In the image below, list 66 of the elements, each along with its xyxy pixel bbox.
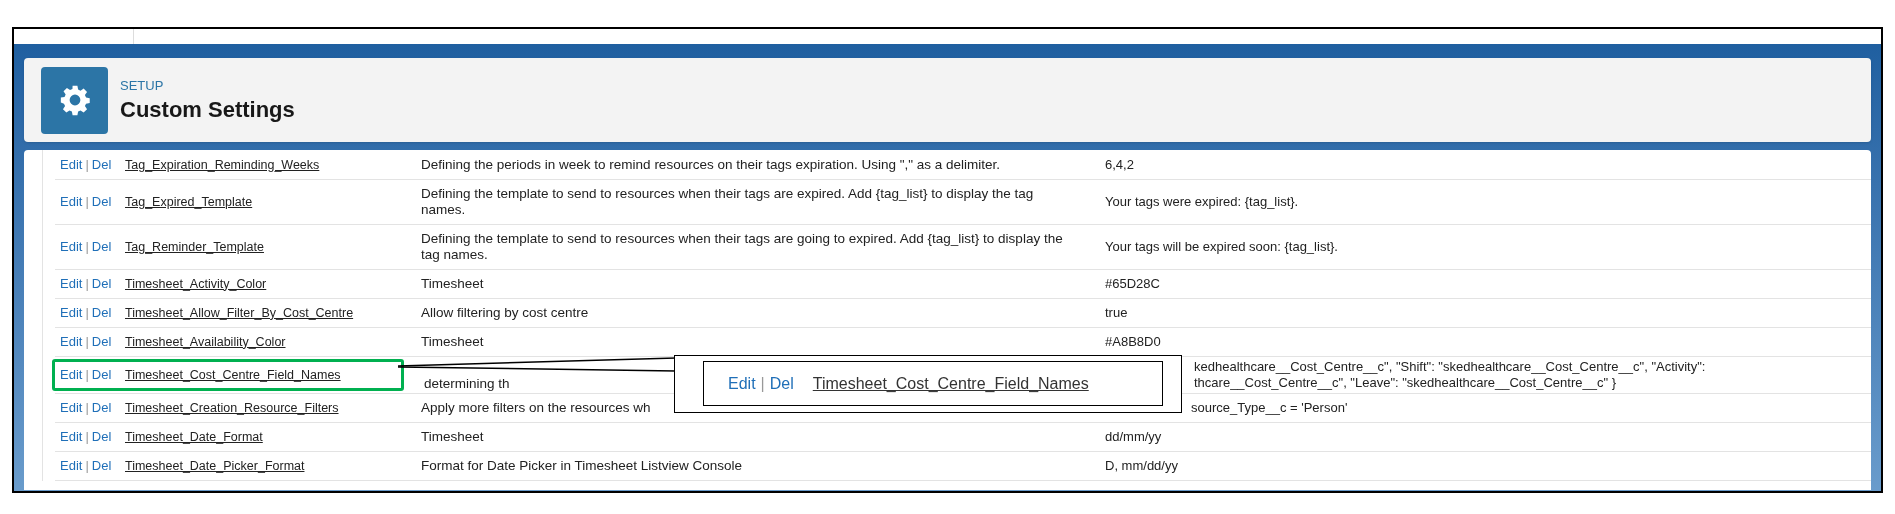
value-text: Your tags will be expired soon: {tag_list}. — [1105, 239, 1338, 255]
delete-link[interactable]: Del — [91, 332, 112, 352]
description-text: determining th — [424, 376, 510, 392]
setting-name-link[interactable]: Timesheet_Date_Picker_Format — [125, 456, 305, 476]
separator: | — [85, 366, 89, 385]
value-text: kedhealthcare__Cost_Centre__c", "Shift": "skedhealthcare__Cost_Centre__c", "Activity": thcare__Cost_Centre__c", "Leave": "skedhealthcare__Cost_Centre__c" } — [1194, 359, 1707, 391]
description-text: Defining the periods in week to remind resources on their tags expiration. Using "," as a delimiter. — [421, 157, 1001, 173]
value-text: 6,4,2 — [1105, 157, 1134, 173]
description-text: Timesheet — [421, 276, 484, 292]
delete-link[interactable]: Del — [91, 155, 112, 175]
setting-name-link[interactable]: Timesheet_Allow_Filter_By_Cost_Centre — [125, 303, 354, 323]
description-text: Timesheet — [421, 429, 484, 445]
setting-name-link[interactable]: Timesheet_Availability_Color — [125, 332, 286, 352]
description-text: Format for Date Picker in Timesheet Listview Console — [421, 458, 743, 474]
edit-link[interactable]: Edit — [728, 371, 756, 396]
edit-link[interactable]: Edit — [60, 398, 83, 418]
separator: | — [85, 304, 89, 323]
description-text: Apply more filters on the resources wh — [421, 400, 651, 416]
separator: | — [85, 193, 89, 212]
value-text: #65D28C — [1105, 276, 1160, 292]
description-text: Defining the template to send to resources when their tags are going to expired. Add {tag_list} to display the tag names. — [421, 231, 1064, 263]
description-text: Timesheet — [421, 334, 484, 350]
separator: | — [85, 238, 89, 257]
separator: | — [85, 428, 89, 447]
value-text: #A8B8D0 — [1105, 334, 1161, 350]
description-text: Allow filtering by cost centre — [421, 305, 589, 321]
page-title: Custom Settings — [120, 95, 295, 124]
setting-name-link[interactable]: Tag_Reminder_Template — [125, 237, 264, 257]
breadcrumb: SETUP — [120, 77, 165, 96]
setting-name-link[interactable]: Timesheet_Date_Format — [125, 427, 263, 447]
delete-link[interactable]: Del — [91, 427, 112, 447]
separator: | — [760, 373, 765, 394]
edit-link[interactable]: Edit — [60, 274, 83, 294]
edit-link[interactable]: Edit — [60, 456, 83, 476]
edit-link[interactable]: Edit — [60, 365, 83, 385]
separator: | — [85, 333, 89, 352]
delete-link[interactable]: Del — [91, 192, 112, 212]
edit-link[interactable]: Edit — [60, 303, 83, 323]
edit-link[interactable]: Edit — [60, 237, 83, 257]
value-text: true — [1105, 305, 1128, 321]
value-text: source_Type__c = 'Person' — [1191, 400, 1348, 416]
edit-link[interactable]: Edit — [60, 192, 83, 212]
setting-name-link[interactable]: Timesheet_Creation_Resource_Filters — [125, 398, 339, 418]
edit-link[interactable]: Edit — [60, 155, 83, 175]
setting-name-link[interactable]: Tag_Expired_Template — [125, 192, 253, 212]
delete-link[interactable]: Del — [91, 237, 112, 257]
edit-link[interactable]: Edit — [60, 332, 83, 352]
delete-link[interactable]: Del — [91, 303, 112, 323]
setting-name-link[interactable]: Timesheet_Cost_Centre_Field_Names — [812, 371, 1089, 396]
separator: | — [85, 275, 89, 294]
separator: | — [85, 156, 89, 175]
delete-link[interactable]: Del — [91, 456, 112, 476]
value-text: Your tags were expired: {tag_list}. — [1105, 194, 1299, 210]
delete-link[interactable]: Del — [91, 398, 112, 418]
delete-link[interactable]: Del — [769, 371, 794, 396]
separator: | — [85, 399, 89, 418]
delete-link[interactable]: Del — [91, 274, 112, 294]
description-text: Defining the template to send to resources when their tags are expired. Add {tag_list} to display the tag names. — [421, 186, 1035, 218]
setting-name-link[interactable]: Tag_Expiration_Reminding_Weeks — [125, 155, 320, 175]
value-text: D, mm/dd/yy — [1105, 458, 1178, 474]
edit-link[interactable]: Edit — [60, 427, 83, 447]
delete-link[interactable]: Del — [91, 365, 112, 385]
value-text: dd/mm/yy — [1105, 429, 1162, 445]
setting-name-link[interactable]: Timesheet_Activity_Color — [125, 274, 267, 294]
separator: | — [85, 457, 89, 476]
setting-name-link[interactable]: Timesheet_Cost_Centre_Field_Names — [125, 365, 341, 385]
